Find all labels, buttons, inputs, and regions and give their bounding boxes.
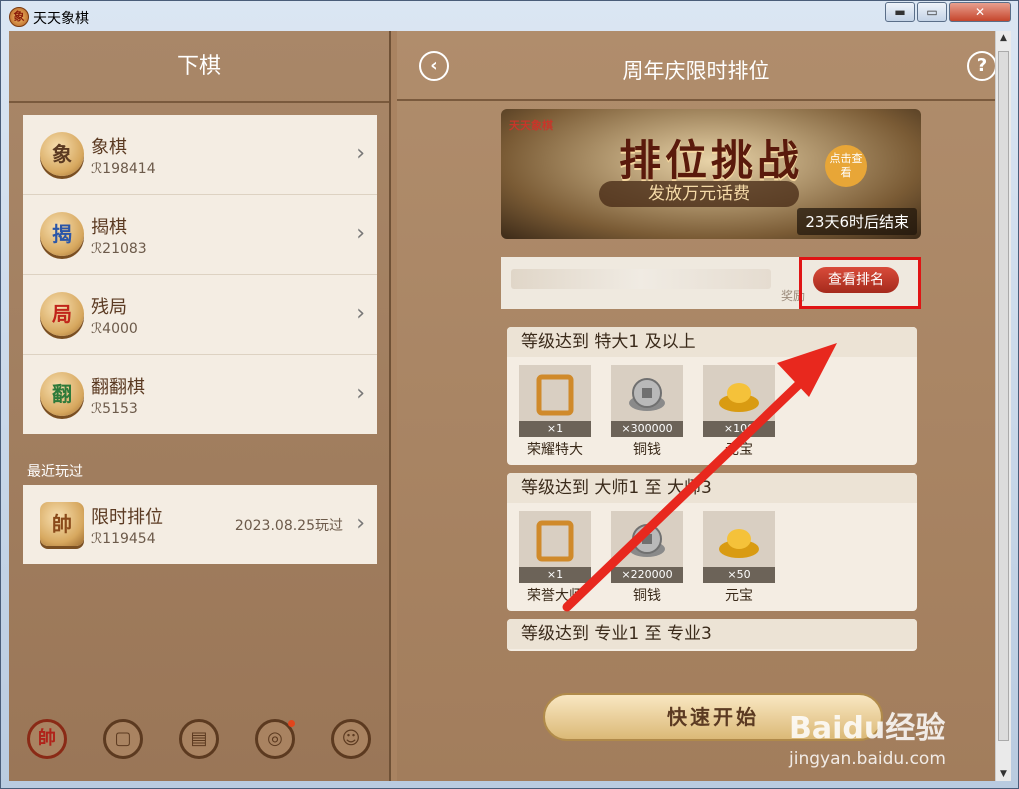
help-button[interactable]: ? [967, 51, 997, 81]
jieqi-piece-icon: 揭 [40, 212, 84, 256]
flip-chess-piece-icon: 翻 [40, 372, 84, 416]
game-name: 残局 [91, 297, 127, 318]
nav-discover-icon[interactable]: ◎ [255, 719, 295, 759]
player-count: ℛ5153 [91, 401, 138, 417]
minimize-button[interactable]: ▬ [885, 2, 915, 22]
player-count: ℛ198414 [91, 161, 156, 177]
maximize-button[interactable]: ▭ [917, 2, 947, 22]
app-logo-icon: 象 [9, 7, 29, 27]
recent-name: 限时排位 [91, 507, 163, 528]
left-panel: 下棋 象 象棋 ℛ198414 › 揭 揭棋 ℛ21083 › 局 残局 ℛ40… [9, 31, 391, 781]
watermark: Baidu经验 jingyan.baidu.com [789, 703, 946, 769]
left-header: 下棋 [9, 31, 389, 103]
right-header: ‹ 周年庆限时排位 ? [397, 31, 997, 101]
game-item[interactable]: 局 残局 ℛ4000 › [23, 275, 377, 355]
banner-subtitle: 发放万元话费 [599, 181, 799, 207]
chevron-right-icon: › [356, 511, 365, 536]
game-list: 象 象棋 ℛ198414 › 揭 揭棋 ℛ21083 › 局 残局 ℛ4000 … [23, 115, 377, 434]
watermark-main: Baidu经验 [789, 711, 946, 746]
player-count: ℛ21083 [91, 241, 147, 257]
recent-list: 帥 限时排位 ℛ119454 2023.08.25玩过 › [23, 485, 377, 564]
red-arrow-annotation [562, 343, 837, 612]
chevron-right-icon: › [356, 301, 365, 326]
nav-profile-icon[interactable]: ☺ [331, 719, 371, 759]
event-banner[interactable]: 天天象棋 排位挑战 发放万元话费 点击查看 23天6时后结束 [501, 109, 921, 239]
app-content: 下棋 象 象棋 ℛ198414 › 揭 揭棋 ℛ21083 › 局 残局 ℛ40… [9, 31, 1011, 781]
watermark-sub: jingyan.baidu.com [789, 749, 946, 769]
scrollbar-thumb[interactable] [998, 51, 1009, 741]
game-name: 象棋 [91, 137, 127, 158]
chevron-right-icon: › [356, 141, 365, 166]
close-button[interactable]: ✕ [949, 2, 1011, 22]
recent-item[interactable]: 帥 限时排位 ℛ119454 2023.08.25玩过 › [23, 485, 377, 564]
nav-chat-icon[interactable]: ▤ [179, 719, 219, 759]
xiangqi-piece-icon: 象 [40, 132, 84, 176]
nav-book-icon[interactable]: ▢ [103, 719, 143, 759]
title-bar: 象 天天象棋 ▬ ▭ ✕ [1, 1, 1018, 31]
recent-player-count: ℛ119454 [91, 531, 156, 547]
nav-play-icon[interactable]: 帥 [27, 719, 67, 759]
game-item[interactable]: 象 象棋 ℛ198414 › [23, 115, 377, 195]
game-name: 揭棋 [91, 217, 127, 238]
game-item[interactable]: 翻 翻翻棋 ℛ5153 › [23, 355, 377, 434]
window-title: 天天象棋 [33, 11, 89, 27]
highlight-box [799, 257, 921, 309]
notification-dot [288, 720, 295, 727]
app-window: 象 天天象棋 ▬ ▭ ✕ 下棋 象 象棋 ℛ198414 › 揭 揭棋 ℛ210… [0, 0, 1019, 789]
blurred-info [511, 269, 771, 289]
player-count: ℛ4000 [91, 321, 138, 337]
chevron-right-icon: › [356, 381, 365, 406]
scroll-up-icon[interactable]: ▲ [996, 33, 1011, 43]
recent-label: 最近玩过 [27, 464, 83, 480]
endgame-piece-icon: 局 [40, 292, 84, 336]
chevron-right-icon: › [356, 221, 365, 246]
game-name: 翻翻棋 [91, 377, 145, 398]
vertical-scrollbar[interactable]: ▲ ▼ [995, 31, 1011, 781]
scroll-down-icon[interactable]: ▼ [996, 769, 1011, 779]
right-panel: ‹ 周年庆限时排位 ? 天天象棋 排位挑战 发放万元话费 点击查看 23天6时后… [397, 31, 997, 781]
page-title: 周年庆限时排位 [622, 59, 770, 83]
countdown-label: 23天6时后结束 [797, 208, 917, 235]
ranked-piece-icon: 帥 [40, 502, 84, 546]
banner-click-badge[interactable]: 点击查看 [825, 145, 867, 187]
game-item[interactable]: 揭 揭棋 ℛ21083 › [23, 195, 377, 275]
last-played-date: 2023.08.25玩过 [234, 518, 343, 534]
